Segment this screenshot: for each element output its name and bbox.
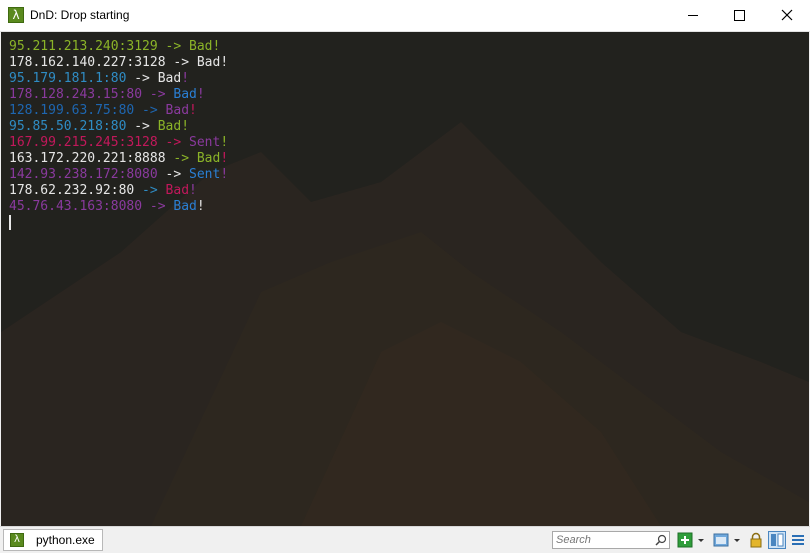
console-text: ! [196, 199, 205, 214]
console-lines: 95.211.213.240:3129 -> Bad! 178.162.140.2… [9, 39, 228, 231]
lambda-icon: λ [10, 533, 24, 547]
console-text: 178.162.140.227:3128 [9, 55, 166, 70]
console-text: 45.76.43.163:8080 [9, 199, 143, 214]
console-text: ! [196, 87, 205, 102]
maximize-icon [734, 10, 745, 21]
console-text: ! [189, 183, 197, 198]
console-prompt-line [9, 215, 228, 231]
lambda-icon[interactable]: λ [8, 7, 24, 23]
new-console-icon[interactable] [677, 532, 693, 548]
console-text: -> [142, 87, 174, 102]
text-cursor [9, 215, 11, 230]
search-icon[interactable] [655, 534, 667, 546]
console-text: -> [126, 71, 158, 86]
console-view-icon[interactable] [713, 532, 729, 548]
minimize-button[interactable] [670, 0, 716, 31]
console-text: ! [220, 167, 229, 182]
console-text: Bad! [189, 39, 221, 54]
console-text: 178.128.243.15:80 [9, 87, 143, 102]
lock-icon[interactable] [748, 532, 764, 548]
console-line: 178.162.140.227:3128 -> Bad! [9, 55, 228, 71]
console-text: Sent [189, 167, 221, 182]
console-line: 95.85.50.218:80 -> Bad! [9, 119, 228, 135]
console-text: ! [220, 135, 229, 150]
window-title: DnD: Drop starting [30, 8, 130, 22]
search-input[interactable] [556, 533, 652, 547]
console-text: 95.179.181.1:80 [9, 71, 127, 86]
console-tab[interactable]: λ python.exe [3, 529, 103, 551]
console-text: Bad [196, 151, 221, 166]
console-text: 163.172.220.221:8888 [9, 151, 166, 166]
console-text: 95.85.50.218:80 [9, 119, 127, 134]
console-text: -> [165, 55, 197, 70]
console-text: -> [134, 183, 166, 198]
title-bar[interactable]: λ DnD: Drop starting [0, 0, 810, 32]
console-line: 167.99.215.245:3128 -> Sent! [9, 135, 228, 151]
console-text: Bad! [157, 119, 190, 134]
console-text: -> [165, 151, 197, 166]
console-text: -> [157, 135, 190, 150]
console-output[interactable]: 95.211.213.240:3129 -> Bad! 178.162.140.2… [1, 32, 809, 526]
console-line: 128.199.63.75:80 -> Bad! [9, 103, 228, 119]
console-tab-label: python.exe [36, 533, 95, 547]
console-text: 128.199.63.75:80 [9, 103, 135, 118]
console-text: ! [181, 71, 190, 86]
dropdown-arrow-icon[interactable] [696, 532, 706, 548]
console-text: 142.93.238.172:8080 [9, 167, 158, 182]
console-text: Bad [173, 199, 197, 214]
close-button[interactable] [764, 0, 810, 31]
close-icon [781, 9, 793, 21]
console-text: Bad [157, 71, 182, 86]
console-line: 45.76.43.163:8080 -> Bad! [9, 199, 228, 215]
dropdown-arrow-icon[interactable] [732, 532, 742, 548]
console-text: ! [220, 151, 229, 166]
console-text: -> [134, 103, 166, 118]
console-text: -> [142, 199, 174, 214]
console-text: Bad [165, 183, 190, 198]
menu-icon[interactable] [790, 532, 806, 548]
console-text: 95.211.213.240:3129 [9, 39, 158, 54]
minimize-icon [688, 15, 698, 16]
console-text: -> [157, 39, 190, 54]
console-line: 95.211.213.240:3129 -> Bad! [9, 39, 228, 55]
console-text: Sent [189, 135, 221, 150]
console-line: 178.128.243.15:80 -> Bad! [9, 87, 228, 103]
console-text: 167.99.215.245:3128 [9, 135, 158, 150]
console-text: 178.62.232.92:80 [9, 183, 135, 198]
console-line: 142.93.238.172:8080 -> Sent! [9, 167, 228, 183]
maximize-button[interactable] [716, 0, 762, 31]
status-bar: λ python.exe [0, 526, 810, 553]
console-text: -> [126, 119, 158, 134]
console-text: Bad! [196, 55, 229, 70]
console-text: -> [157, 167, 190, 182]
split-view-icon[interactable] [768, 531, 786, 549]
console-text: Bad [173, 87, 197, 102]
console-line: 178.62.232.92:80 -> Bad! [9, 183, 228, 199]
console-text: ! [189, 103, 197, 118]
console-line: 163.172.220.221:8888 -> Bad! [9, 151, 228, 167]
console-line: 95.179.181.1:80 -> Bad! [9, 71, 228, 87]
search-box[interactable] [552, 531, 670, 549]
console-text: Bad [165, 103, 190, 118]
